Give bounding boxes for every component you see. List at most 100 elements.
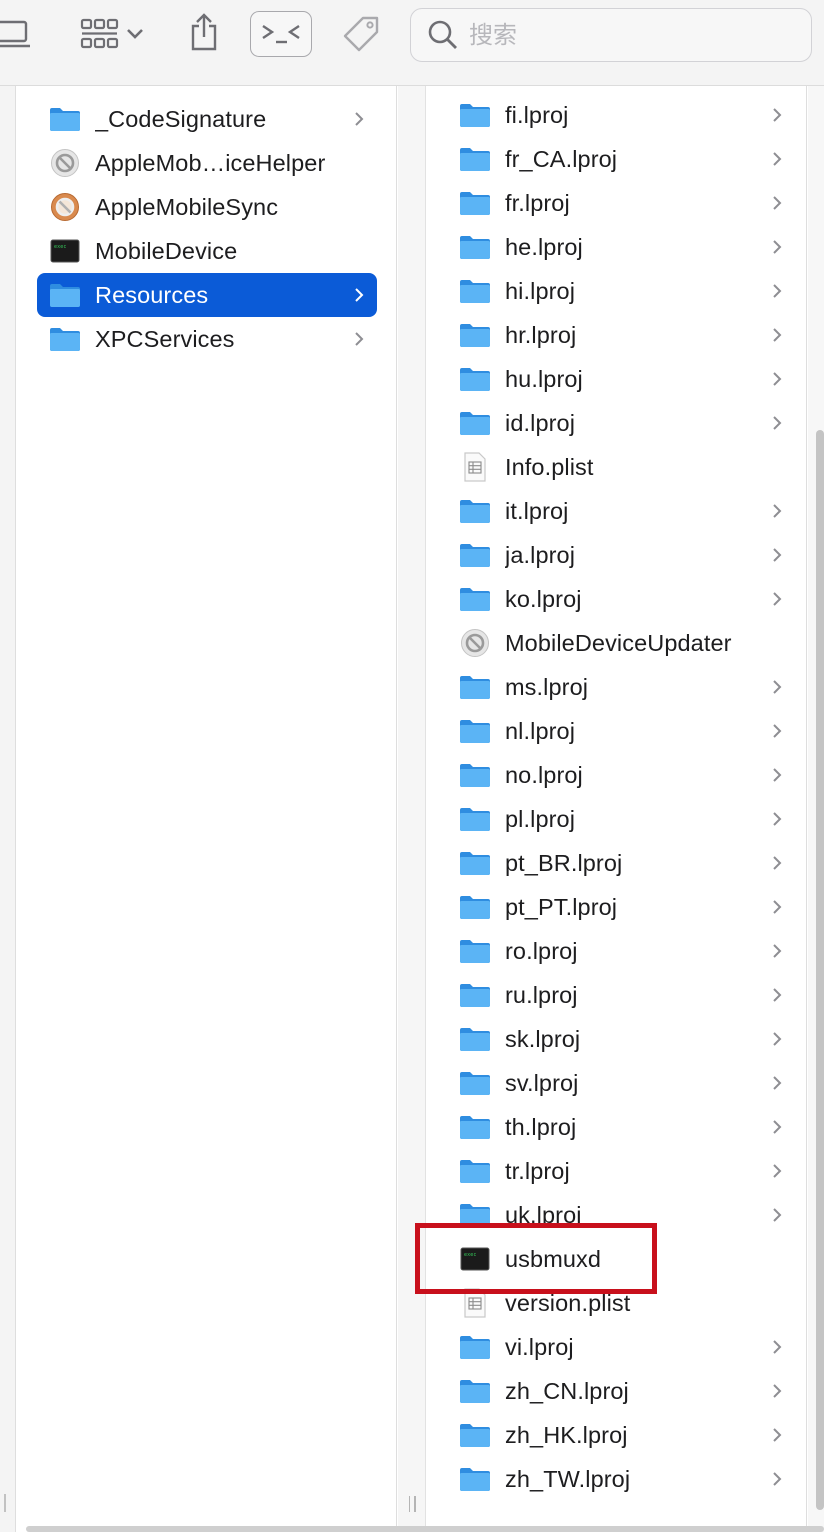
list-item[interactable]: ro.lproj [455,929,795,973]
list-item[interactable]: sk.lproj [455,1017,795,1061]
chevron-right-icon [767,1205,787,1225]
folder-icon [49,104,81,134]
app-disabled-icon [459,628,491,658]
item-label: hu.lproj [505,365,583,392]
svg-text:exec: exec [54,244,66,250]
list-item[interactable]: sv.lproj [455,1061,795,1105]
app-disabled-icon [49,148,81,178]
list-item[interactable]: hi.lproj [455,269,795,313]
folder-icon [49,280,81,310]
item-label: sv.lproj [505,1069,579,1096]
list-item[interactable]: pl.lproj [455,797,795,841]
item-label: no.lproj [505,761,583,788]
list-item[interactable]: it.lproj [455,489,795,533]
chevron-right-icon [767,589,787,609]
folder-icon [459,320,491,350]
list-item[interactable]: zh_HK.lproj [455,1413,795,1457]
chevron-right-icon [767,1161,787,1181]
item-label: fi.lproj [505,101,569,128]
chevron-right-icon [767,501,787,521]
folder-icon [49,324,81,354]
chevron-right-icon [767,809,787,829]
list-item[interactable]: zh_TW.lproj [455,1457,795,1501]
folder-icon [459,1068,491,1098]
sidebar-icon [0,20,30,48]
list-item[interactable]: nl.lproj [455,709,795,753]
list-item[interactable]: hu.lproj [455,357,795,401]
item-label: vi.lproj [505,1333,574,1360]
chevron-down-icon [127,29,143,39]
list-item[interactable]: tr.lproj [455,1149,795,1193]
list-item[interactable]: hr.lproj [455,313,795,357]
share-button[interactable] [184,10,224,54]
chevron-right-icon [767,1381,787,1401]
chevron-right-icon [767,325,787,345]
item-label: he.lproj [505,233,583,260]
list-item[interactable]: ru.lproj [455,973,795,1017]
list-item[interactable]: th.lproj [455,1105,795,1149]
folder-icon [459,848,491,878]
item-label: tr.lproj [505,1157,570,1184]
list-item[interactable]: AppleMob…iceHelper [37,141,377,185]
search-field[interactable] [410,8,812,62]
list-item[interactable]: fr.lproj [455,181,795,225]
item-label: MobileDeviceUpdater [505,629,732,656]
list-item[interactable]: vi.lproj [455,1325,795,1369]
folder-icon [459,188,491,218]
sidebar-toggle-button[interactable] [0,14,34,54]
list-item[interactable]: XPCServices [37,317,377,361]
folder-icon [459,1420,491,1450]
chevron-right-icon [767,1073,787,1093]
list-item[interactable]: fi.lproj [455,93,795,137]
item-label: AppleMobileSync [95,193,279,220]
terminal-button[interactable] [250,11,312,57]
list-item[interactable]: Resources [37,273,377,317]
chevron-right-icon [349,285,369,305]
list-item[interactable]: pt_PT.lproj [455,885,795,929]
search-input[interactable] [469,21,799,49]
list-item[interactable]: fr_CA.lproj [455,137,795,181]
list-item[interactable]: zh_CN.lproj [455,1369,795,1413]
item-label: ms.lproj [505,673,589,700]
column-resize-handle-left[interactable] [4,1494,6,1512]
folder-icon [459,540,491,570]
view-options-button[interactable] [74,14,150,54]
item-label: fr.lproj [505,189,570,216]
list-item[interactable]: id.lproj [455,401,795,445]
chevron-right-icon [349,329,369,349]
item-label: fr_CA.lproj [505,145,618,172]
list-item[interactable]: ms.lproj [455,665,795,709]
folder-icon [459,1332,491,1362]
list-item[interactable]: no.lproj [455,753,795,797]
list-item[interactable]: pt_BR.lproj [455,841,795,885]
tag-icon [343,16,379,52]
chevron-right-icon [767,1425,787,1445]
folder-icon [459,1112,491,1142]
folder-icon [459,496,491,526]
folder-icon [459,276,491,306]
chevron-right-icon [767,897,787,917]
search-icon [428,20,457,49]
tag-button[interactable] [338,12,384,58]
list-item[interactable]: ja.lproj [455,533,795,577]
view-grid-icon [80,18,119,49]
list-item[interactable]: Info.plist [455,445,795,489]
item-label: Info.plist [505,453,594,480]
list-item[interactable]: AppleMobileSync [37,185,377,229]
list-item[interactable]: MobileDeviceUpdater [455,621,795,665]
list-item[interactable]: exec MobileDevice [37,229,377,273]
item-label: AppleMob…iceHelper [95,149,326,176]
list-item[interactable]: _CodeSignature [37,97,377,141]
item-label: ru.lproj [505,981,578,1008]
plist-file-icon [459,452,491,482]
item-label: hr.lproj [505,321,577,348]
item-label: Resources [95,281,209,308]
list-item[interactable]: ko.lproj [455,577,795,621]
list-item[interactable]: he.lproj [455,225,795,269]
column-resize-handle[interactable] [405,1496,419,1516]
item-label: XPCServices [95,325,235,352]
vertical-scrollbar-thumb[interactable] [816,430,824,1510]
toolbar [0,0,824,86]
folder-icon [459,892,491,922]
horizontal-scrollbar[interactable] [26,1526,824,1532]
